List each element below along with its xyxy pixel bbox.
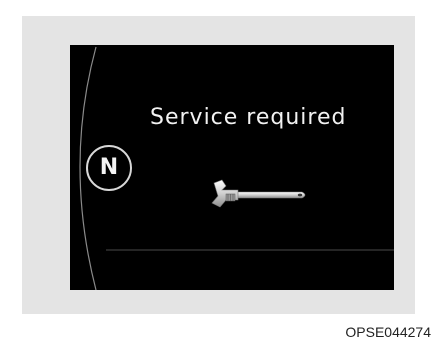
gear-indicator-letter: N — [99, 155, 119, 180]
figure-code-caption: OPSE044274 — [345, 324, 431, 340]
wrench-icon — [211, 179, 306, 208]
instrument-cluster-display: Service required N — [70, 45, 394, 290]
gear-indicator: N — [86, 145, 132, 191]
service-required-message: Service required — [150, 105, 347, 130]
